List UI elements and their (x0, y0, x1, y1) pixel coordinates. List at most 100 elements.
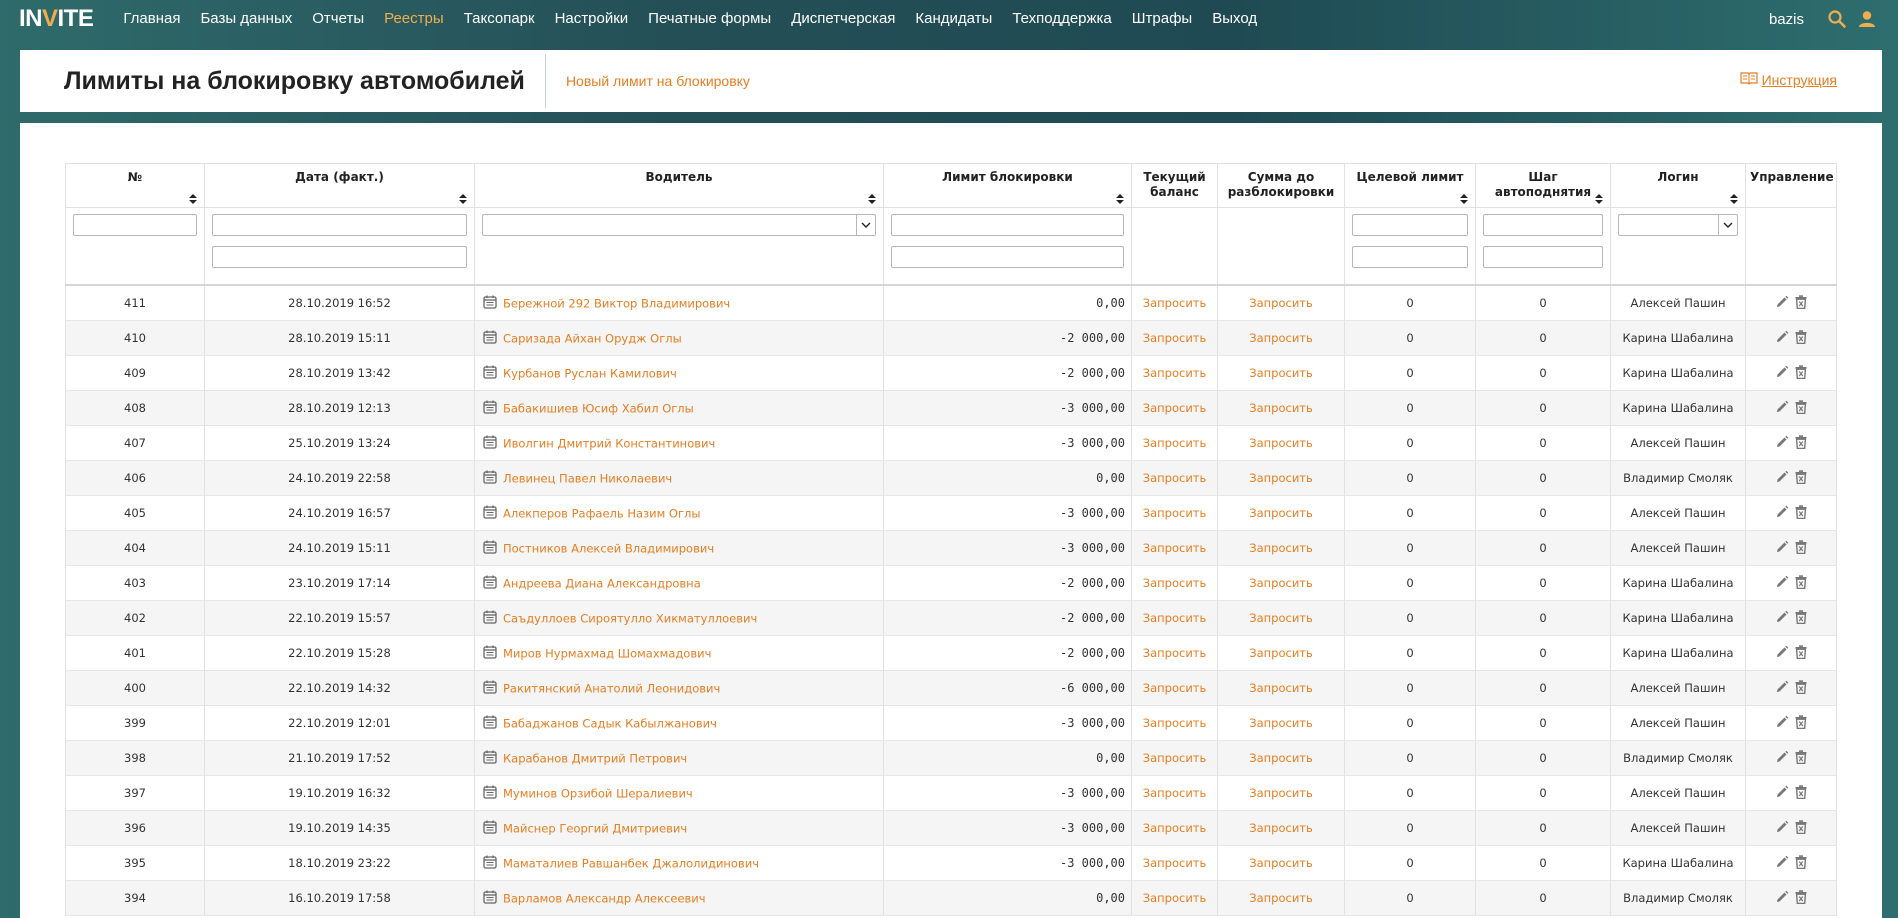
filter-step-to-input[interactable] (1483, 246, 1603, 268)
document-icon[interactable] (483, 505, 497, 522)
edit-icon[interactable] (1775, 680, 1789, 697)
request-balance-link[interactable]: Запросить (1131, 740, 1218, 776)
driver-link[interactable]: Алекперов Рафаель Назим Оглы (503, 506, 700, 520)
delete-icon[interactable] (1795, 504, 1807, 522)
nav-item[interactable]: Диспетчерская (791, 0, 895, 38)
request-balance-link[interactable]: Запросить (1131, 390, 1218, 426)
driver-link[interactable]: Муминов Орзибой Шералиевич (503, 786, 693, 800)
document-icon[interactable] (483, 680, 497, 697)
request-balance-link[interactable]: Запросить (1131, 425, 1218, 461)
nav-item[interactable]: Выход (1212, 0, 1257, 38)
driver-link[interactable]: Майснер Георгий Дмитриевич (503, 821, 687, 835)
column-header[interactable]: Дата (факт.) (204, 163, 475, 208)
request-unlock-sum-link[interactable]: Запросить (1217, 880, 1345, 916)
driver-link[interactable]: Курбанов Руслан Камилович (503, 366, 677, 380)
sort-icon[interactable] (189, 194, 197, 204)
app-logo[interactable]: IN V ITE (19, 0, 94, 38)
delete-icon[interactable] (1795, 329, 1807, 347)
request-balance-link[interactable]: Запросить (1131, 845, 1218, 881)
sort-icon[interactable] (868, 194, 876, 204)
edit-icon[interactable] (1775, 295, 1789, 312)
driver-link[interactable]: Карабанов Дмитрий Петрович (503, 751, 687, 765)
document-icon[interactable] (483, 330, 497, 347)
column-header[interactable]: Шаг автоподнятия (1475, 163, 1611, 208)
driver-link[interactable]: Андреева Диана Александровна (503, 576, 701, 590)
edit-icon[interactable] (1775, 750, 1789, 767)
request-balance-link[interactable]: Запросить (1131, 670, 1218, 706)
sort-icon[interactable] (1460, 194, 1468, 204)
delete-icon[interactable] (1795, 399, 1807, 417)
nav-item[interactable]: Настройки (555, 0, 629, 38)
delete-icon[interactable] (1795, 434, 1807, 452)
driver-link[interactable]: Левинец Павел Николаевич (503, 471, 672, 485)
document-icon[interactable] (483, 750, 497, 767)
document-icon[interactable] (483, 785, 497, 802)
nav-item[interactable]: Отчеты (312, 0, 364, 38)
username[interactable]: bazis (1769, 11, 1804, 28)
driver-link[interactable]: Саъдуллоев Сироятулло Хикматуллоевич (503, 611, 757, 625)
request-unlock-sum-link[interactable]: Запросить (1217, 635, 1345, 671)
edit-icon[interactable] (1775, 400, 1789, 417)
edit-icon[interactable] (1775, 540, 1789, 557)
request-unlock-sum-link[interactable]: Запросить (1217, 355, 1345, 391)
column-header[interactable]: Лимит блокировки (883, 163, 1132, 208)
request-balance-link[interactable]: Запросить (1131, 495, 1218, 531)
driver-link[interactable]: Ракитянский Анатолий Леонидович (503, 681, 720, 695)
request-unlock-sum-link[interactable]: Запросить (1217, 775, 1345, 811)
request-balance-link[interactable]: Запросить (1131, 355, 1218, 391)
edit-icon[interactable] (1775, 855, 1789, 872)
new-limit-link[interactable]: Новый лимит на блокировку (566, 73, 750, 89)
delete-icon[interactable] (1795, 749, 1807, 767)
driver-link[interactable]: Бережной 292 Виктор Владимирович (503, 296, 730, 310)
nav-item[interactable]: Реестры (384, 0, 444, 38)
driver-link[interactable]: Миров Нурмахмад Шомахмадович (503, 646, 711, 660)
edit-icon[interactable] (1775, 575, 1789, 592)
nav-item[interactable]: Таксопарк (464, 0, 535, 38)
request-balance-link[interactable]: Запросить (1131, 565, 1218, 601)
delete-icon[interactable] (1795, 294, 1807, 312)
driver-link[interactable]: Иволгин Дмитрий Константинович (503, 436, 715, 450)
driver-link[interactable]: Саризада Айхан Орудж Оглы (503, 331, 682, 345)
edit-icon[interactable] (1775, 610, 1789, 627)
request-unlock-sum-link[interactable]: Запросить (1217, 740, 1345, 776)
request-unlock-sum-link[interactable]: Запросить (1217, 460, 1345, 496)
filter-limit-to-input[interactable] (891, 246, 1124, 268)
request-unlock-sum-link[interactable]: Запросить (1217, 705, 1345, 741)
edit-icon[interactable] (1775, 365, 1789, 382)
nav-item[interactable]: Печатные формы (648, 0, 771, 38)
edit-icon[interactable] (1775, 890, 1789, 907)
driver-link[interactable]: Постников Алексей Владимирович (503, 541, 714, 555)
request-unlock-sum-link[interactable]: Запросить (1217, 670, 1345, 706)
request-unlock-sum-link[interactable]: Запросить (1217, 285, 1345, 321)
document-icon[interactable] (483, 610, 497, 627)
request-balance-link[interactable]: Запросить (1131, 810, 1218, 846)
column-header[interactable]: Целевой лимит (1344, 163, 1476, 208)
delete-icon[interactable] (1795, 539, 1807, 557)
instructions-link[interactable]: Инструкция (1740, 71, 1837, 88)
filter-step-from-input[interactable] (1483, 214, 1603, 236)
document-icon[interactable] (483, 820, 497, 837)
filter-id-input[interactable] (73, 214, 197, 236)
driver-link[interactable]: Бабакишиев Юсиф Хабил Оглы (503, 401, 694, 415)
sort-icon[interactable] (1595, 194, 1603, 204)
request-unlock-sum-link[interactable]: Запросить (1217, 530, 1345, 566)
request-balance-link[interactable]: Запросить (1131, 635, 1218, 671)
sort-icon[interactable] (459, 194, 467, 204)
column-header[interactable]: Логин (1610, 163, 1746, 208)
filter-date-to-input[interactable] (212, 246, 467, 268)
document-icon[interactable] (483, 855, 497, 872)
delete-icon[interactable] (1795, 714, 1807, 732)
delete-icon[interactable] (1795, 819, 1807, 837)
document-icon[interactable] (483, 470, 497, 487)
nav-item[interactable]: Базы данных (200, 0, 292, 38)
edit-icon[interactable] (1775, 645, 1789, 662)
filter-date-from-input[interactable] (212, 214, 467, 236)
request-balance-link[interactable]: Запросить (1131, 880, 1218, 916)
request-unlock-sum-link[interactable]: Запросить (1217, 565, 1345, 601)
request-unlock-sum-link[interactable]: Запросить (1217, 425, 1345, 461)
driver-link[interactable]: Бабаджанов Садык Кабылжанович (503, 716, 717, 730)
request-balance-link[interactable]: Запросить (1131, 705, 1218, 741)
document-icon[interactable] (483, 575, 497, 592)
filter-driver-select[interactable] (482, 214, 876, 236)
request-unlock-sum-link[interactable]: Запросить (1217, 600, 1345, 636)
